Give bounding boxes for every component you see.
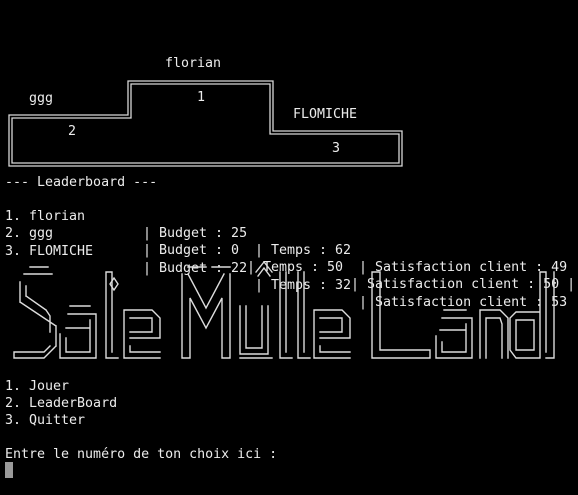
menu-item-leaderboard[interactable]: 2. LeaderBoard (5, 395, 117, 412)
menu-item-jouer[interactable]: 1. Jouer (5, 378, 69, 395)
podium: florian 1 ggg 2 FLOMICHE 3 (0, 0, 578, 175)
terminal-window[interactable]: florian 1 ggg 2 FLOMICHE 3 --- Leaderboa… (0, 0, 578, 495)
podium-third-rank: 3 (332, 141, 341, 156)
podium-first-rank: 1 (197, 90, 206, 105)
podium-second-name: ggg (29, 91, 54, 106)
leaderboard-row: 1. florian | Budget : 25 | Temps : 62 | … (5, 191, 578, 275)
leaderboard-budget: | Budget : 25 (143, 226, 248, 241)
ascii-banner-logo (0, 258, 578, 372)
podium-second-rank: 2 (68, 124, 77, 139)
text-cursor[interactable] (5, 462, 13, 478)
podium-outline (8, 80, 403, 167)
podium-first-name: florian (165, 56, 222, 71)
input-prompt: Entre le numéro de ton choix ici : (5, 447, 278, 462)
menu-item-quitter[interactable]: 3. Quitter (5, 412, 85, 429)
leaderboard-temps: | Temps : 62 (255, 243, 352, 258)
leaderboard-budget: | Budget : 0 (143, 243, 240, 258)
leaderboard-row: 2. ggg | Budget : 0 | Temps : 50 | Satis… (5, 208, 575, 292)
leaderboard-header: --- Leaderboard --- (5, 175, 158, 190)
podium-third-name: FLOMICHE (293, 107, 358, 122)
ascii-banner-art (13, 260, 555, 359)
leaderboard-row: 3. FLOMICHE | Budget : 22 | Temps : 32 |… (5, 226, 578, 310)
